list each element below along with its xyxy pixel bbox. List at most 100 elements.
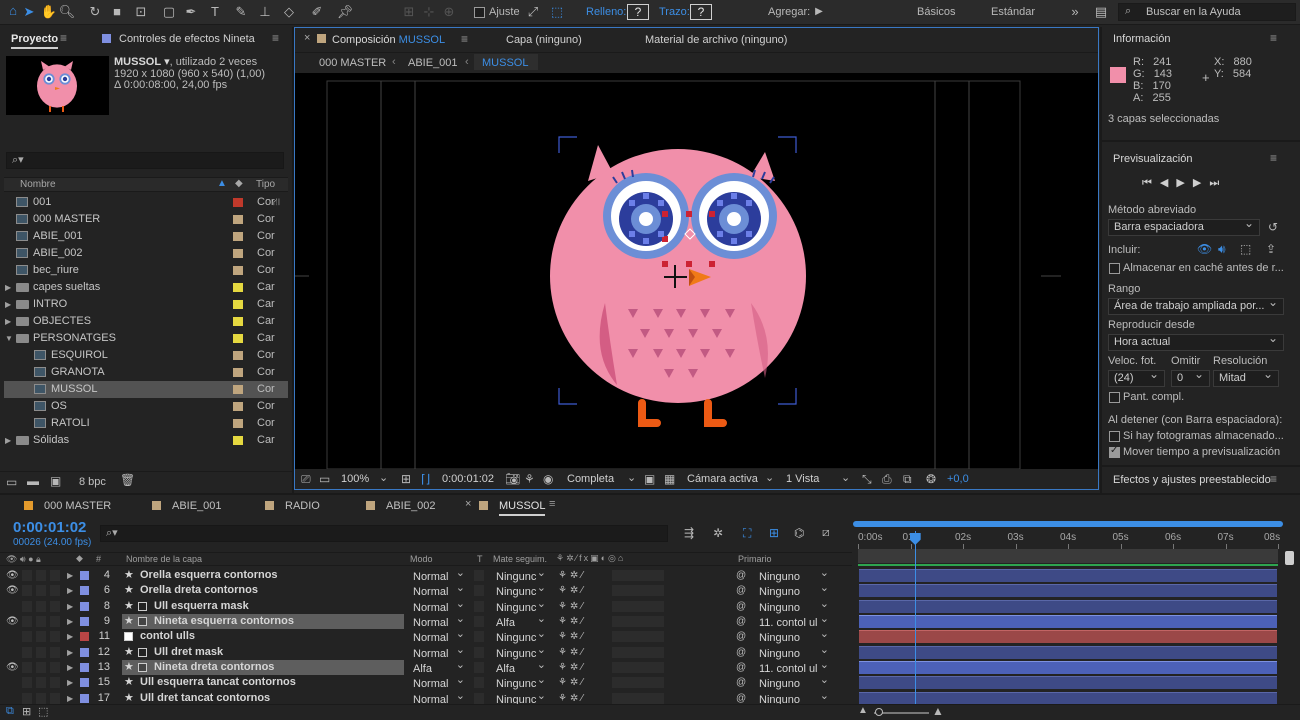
visibility-eye-icon[interactable]: 👁︎ [6,568,19,583]
layer-row[interactable]: ▶ 8 ★ Ull esquerra mask Normal Ningunc ⚘✲⁄ @ Nin… [0,597,1300,614]
include-video-icon[interactable]: 👁︎ [1197,242,1212,256]
label-color-swatch[interactable] [233,368,243,377]
layer-row[interactable]: ▶ 15 ★ Ull esquerra tancat contornos Normal N… [0,673,1300,690]
layer-duration-bar[interactable] [859,691,1277,705]
snapshot-icon[interactable]: 📷︎ [505,472,520,486]
layer-label-swatch[interactable] [80,632,89,642]
help-search-box[interactable]: ⌕ Buscar en la Ayuda [1118,3,1296,21]
timeline-tab[interactable]: RADIO [285,500,320,512]
exposure-value[interactable]: +0,0 [947,473,969,485]
blend-mode-dropdown[interactable]: Normal [410,689,468,706]
track-matte-dropdown[interactable]: Ningunc [493,581,549,598]
layer-label-swatch[interactable] [80,571,89,580]
work-area-bar[interactable] [853,521,1283,527]
toggle-transparency-icon[interactable]: ▦ [664,472,675,486]
layer-switch-icons[interactable]: ⚘✲⁄ [558,599,586,614]
project-item[interactable]: ESQUIROL Cor [4,347,288,364]
layer-label-swatch[interactable] [80,586,89,596]
layer-duration-bar[interactable] [859,661,1277,675]
zoom-out-icon[interactable]: ▲ [858,705,868,716]
camera-tool-icon[interactable]: ■ [108,3,126,21]
layer-name-cell[interactable]: ★ Ull dret mask [122,645,404,660]
project-item[interactable]: RATOLI Cor [4,415,288,432]
layer-switch-boxes[interactable] [612,662,664,674]
lock-toggle[interactable] [50,616,60,628]
stroke-swatch[interactable]: ? [690,4,712,20]
layer-label-swatch[interactable] [80,617,89,627]
label-color-swatch[interactable] [233,317,243,326]
close-comp-tab-icon[interactable]: × [304,32,310,44]
audio-toggle[interactable] [22,600,32,612]
layer-switch-boxes[interactable] [612,570,664,581]
project-item[interactable]: ▶ OBJECTES Car [4,313,288,330]
preserve-transparency-toggle[interactable] [474,631,484,643]
blend-mode-dropdown[interactable]: Normal [410,612,468,629]
tab-effect-controls[interactable]: Controles de efectos Nineta [119,33,255,45]
frame-blending-icon[interactable]: ⛶ [743,526,751,541]
layer-label-swatch[interactable] [80,663,89,673]
layer-switch-boxes[interactable] [612,600,664,612]
expand-time-icon[interactable]: ⬚ [38,705,48,718]
layer-label-swatch[interactable] [80,693,89,703]
timeline-tab[interactable]: 000 MASTER [44,500,111,512]
project-item[interactable]: bec_riure Cor [4,262,288,279]
parent-pickwhip-icon[interactable]: @ [736,614,746,629]
resolution-dropdown[interactable]: Completa [567,473,614,485]
layer-switch-icons[interactable]: ⚘✲⁄ [558,675,586,690]
label-color-swatch[interactable] [233,402,243,411]
flowchart-icon-small[interactable]: ⛙ [273,194,280,211]
region-of-interest-icon[interactable]: ▣ [644,472,655,486]
breadcrumb-abie-001[interactable]: ABIE_001 [408,57,458,69]
col-layer-name-header[interactable]: Nombre de la capa [126,554,202,564]
tab-layer[interactable]: Capa (ninguno) [506,34,582,46]
fullscreen-checkbox[interactable] [1109,392,1120,403]
breadcrumb-mussol[interactable]: MUSSOL [482,57,528,69]
blend-mode-dropdown[interactable]: Alfa [410,658,468,675]
workspace-overflow-icon[interactable]: » [1066,3,1084,21]
lock-toggle[interactable] [50,600,60,612]
new-folder-icon[interactable]: ▬ [27,474,39,488]
solo-toggle[interactable] [36,585,46,597]
col-mode-header[interactable]: Modo [410,554,433,564]
layer-row[interactable]: 👁︎ ▶ 13 ★ Nineta dreta contornos Alfa Alfa ⚘✲⁄ @… [0,658,1300,676]
layer-name-cell[interactable]: ★ Nineta dreta contornos [122,660,404,676]
track-matte-dropdown[interactable]: Ningunc [493,689,549,706]
audio-toggle[interactable] [22,616,32,628]
track-matte-dropdown[interactable]: Ningunc [493,597,549,614]
parent-pickwhip-icon[interactable]: @ [736,645,746,660]
camera-dropdown[interactable]: Cámara activa [687,473,758,485]
zoom-in-icon[interactable]: ▲ [932,704,944,718]
chevron-right-icon[interactable]: ▶ [67,568,73,583]
chevron-right-icon[interactable]: ▶ [67,583,73,598]
preserve-transparency-toggle[interactable] [474,662,484,674]
chevron-right-icon[interactable]: ▶ [67,614,73,629]
exposure-reset-icon[interactable]: ❂ [926,472,936,486]
blend-mode-dropdown[interactable]: Normal [410,581,468,598]
new-comp-icon[interactable]: ▣ [50,474,61,488]
trash-icon[interactable]: 🗑︎ [120,473,135,487]
layer-switch-boxes[interactable] [612,692,664,704]
chevron-right-icon[interactable]: ▶ [5,432,11,449]
project-item[interactable]: ▶ INTRO Car [4,296,288,313]
eraser-tool-icon[interactable]: ◇ [280,3,298,21]
parent-dropdown[interactable]: 11. contol ul [756,658,832,675]
graph-editor-icon[interactable]: ⌬ [794,526,804,540]
track-matte-dropdown[interactable]: Alfa [493,612,549,629]
info-panel-title[interactable]: Información [1113,33,1170,45]
lock-toggle[interactable] [50,631,60,643]
preserve-transparency-toggle[interactable] [474,600,484,612]
expand-switches-icon[interactable]: ⧉ [6,705,14,718]
chevron-right-icon[interactable]: ▶ [67,599,73,614]
project-item[interactable]: GRANOTA Cor [4,364,288,381]
next-frame-icon[interactable]: ▶︎ [1193,177,1209,189]
time-ruler[interactable]: 0:00s01s02s03s04s05s06s07s08s [858,529,1280,549]
timeline-tab[interactable]: ABIE_002 [386,500,436,512]
fps-dropdown[interactable]: (24) [1108,367,1165,387]
transparency-grid-icon[interactable]: ⌈⌋ [421,472,430,486]
col-name-header[interactable]: Nombre [20,179,56,190]
project-item[interactable]: ▼ PERSONATGES Car [4,330,288,347]
tab-project[interactable]: Proyecto [11,33,59,49]
visibility-eye-icon[interactable]: 👁︎ [6,660,19,675]
layer-switch-icons[interactable]: ⚘✲⁄ [558,629,586,644]
project-item[interactable]: ▶ Sólidas Car [4,432,288,449]
